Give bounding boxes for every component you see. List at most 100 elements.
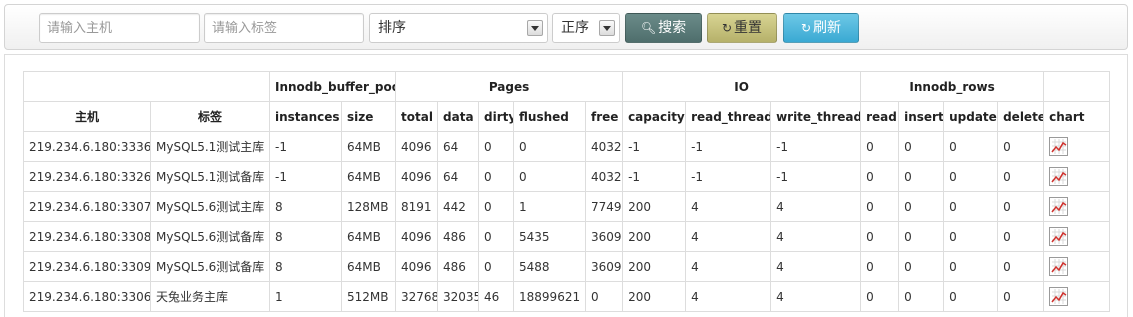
cell-chart: [1043, 221, 1111, 252]
search-button[interactable]: 🔍︎ 搜索: [625, 13, 702, 43]
cell-dirty: 0: [478, 191, 515, 222]
cell-flushed: 5435: [513, 221, 587, 252]
line-chart-icon[interactable]: [1049, 197, 1069, 216]
line-chart-icon[interactable]: [1049, 137, 1069, 156]
column-header-read: read: [860, 101, 900, 132]
cell-host: 219.234.6.180:3306: [23, 281, 151, 312]
line-chart-icon[interactable]: [1049, 287, 1069, 306]
cell-data: 64: [437, 161, 480, 192]
cell-read: 0: [860, 191, 900, 222]
column-header-size: size: [340, 101, 397, 132]
reset-button-label: 重置: [734, 20, 763, 36]
cell-data: 442: [437, 191, 480, 222]
refresh-icon: ↻: [800, 21, 812, 35]
cell-capacity: -1: [622, 131, 687, 162]
column-header-free: free: [585, 101, 624, 132]
cell-insert: 0: [898, 221, 945, 252]
column-header-write-thread: write_thread: [770, 101, 862, 132]
table-row: 219.234.6.180:3336 MySQL5.1测试主库 -1 64MB …: [23, 131, 1111, 162]
cell-read: 0: [860, 251, 900, 282]
cell-host: 219.234.6.180:3307: [23, 191, 151, 222]
cell-insert: 0: [898, 251, 945, 282]
cell-size: 512MB: [340, 281, 397, 312]
cell-read-thread: -1: [685, 131, 772, 162]
group-header-innodb-rows: Innodb_rows: [860, 71, 1045, 102]
cell-dirty: 0: [478, 251, 515, 282]
tag-search-input[interactable]: [204, 13, 364, 43]
cell-dirty: 0: [478, 131, 515, 162]
cell-free: 0: [585, 281, 624, 312]
cell-free: 4032: [585, 131, 624, 162]
cell-insert: 0: [898, 191, 945, 222]
table-row: 219.234.6.180:3309 MySQL5.6测试备库 8 64MB 4…: [23, 251, 1111, 282]
cell-total: 8191: [395, 191, 439, 222]
cell-delete: 0: [997, 281, 1045, 312]
cell-chart: [1043, 191, 1111, 222]
table-row: 219.234.6.180:3306 天兔业务主库 1 512MB 32768 …: [23, 281, 1111, 312]
cell-size: 64MB: [340, 131, 397, 162]
refresh-button[interactable]: ↻ 刷新: [783, 13, 859, 43]
column-header-data: data: [437, 101, 480, 132]
cell-read: 0: [860, 281, 900, 312]
cell-total: 4096: [395, 131, 439, 162]
column-header-host: 主机: [23, 101, 151, 132]
cell-write-thread: 4: [770, 221, 862, 252]
cell-data: 64: [437, 131, 480, 162]
reset-button[interactable]: ↻ 重置: [707, 13, 777, 43]
cell-insert: 0: [898, 281, 945, 312]
cell-tag: MySQL5.6测试备库: [150, 251, 270, 282]
group-header-io: IO: [622, 71, 862, 102]
cell-write-thread: -1: [770, 131, 862, 162]
cell-update: 0: [943, 281, 999, 312]
column-header-read-thread: read_thread: [685, 101, 772, 132]
cell-data: 486: [437, 251, 480, 282]
chevron-down-icon: [527, 20, 543, 36]
cell-size: 64MB: [340, 161, 397, 192]
cell-data: 486: [437, 221, 480, 252]
reset-icon: ↻: [721, 21, 733, 35]
column-header-delete: delete: [997, 101, 1045, 132]
column-header-flushed: flushed: [513, 101, 587, 132]
sort-select[interactable]: 排序: [369, 13, 548, 43]
group-header-chart-empty: [1043, 71, 1111, 102]
cell-read-thread: 4: [685, 251, 772, 282]
line-chart-icon[interactable]: [1049, 257, 1069, 276]
line-chart-icon[interactable]: [1049, 167, 1069, 186]
cell-flushed: 18899621: [513, 281, 587, 312]
cell-read-thread: 4: [685, 191, 772, 222]
results-panel: Innodb_buffer_pool Pages IO Innodb_rows …: [4, 54, 1128, 317]
cell-total: 32768: [395, 281, 439, 312]
cell-capacity: 200: [622, 191, 687, 222]
cell-delete: 0: [997, 131, 1045, 162]
cell-instances: 8: [269, 221, 342, 252]
host-search-input[interactable]: [39, 13, 200, 43]
cell-write-thread: 4: [770, 191, 862, 222]
cell-tag: MySQL5.6测试备库: [150, 221, 270, 252]
cell-capacity: 200: [622, 251, 687, 282]
cell-dirty: 46: [478, 281, 515, 312]
cell-tag: MySQL5.1测试主库: [150, 131, 270, 162]
column-header-chart: chart: [1043, 101, 1111, 132]
cell-free: 4032: [585, 161, 624, 192]
cell-capacity: -1: [622, 161, 687, 192]
line-chart-icon[interactable]: [1049, 227, 1069, 246]
cell-tag: 天兔业务主库: [150, 281, 270, 312]
order-select-value: 正序: [561, 20, 589, 36]
chevron-down-icon: [599, 20, 615, 36]
cell-delete: 0: [997, 221, 1045, 252]
cell-free: 3609: [585, 251, 624, 282]
cell-update: 0: [943, 221, 999, 252]
cell-insert: 0: [898, 131, 945, 162]
cell-instances: 8: [269, 191, 342, 222]
cell-update: 0: [943, 191, 999, 222]
group-header-empty: [23, 71, 270, 102]
cell-chart: [1043, 161, 1111, 192]
cell-tag: MySQL5.6测试主库: [150, 191, 270, 222]
cell-total: 4096: [395, 161, 439, 192]
cell-chart: [1043, 131, 1111, 162]
order-select[interactable]: 正序: [552, 13, 620, 43]
filter-toolbar: 排序 正序 🔍︎搜索 ↻重置 ↻刷新: [4, 4, 1128, 50]
cell-total: 4096: [395, 251, 439, 282]
cell-flushed: 5488: [513, 251, 587, 282]
cell-write-thread: -1: [770, 161, 862, 192]
